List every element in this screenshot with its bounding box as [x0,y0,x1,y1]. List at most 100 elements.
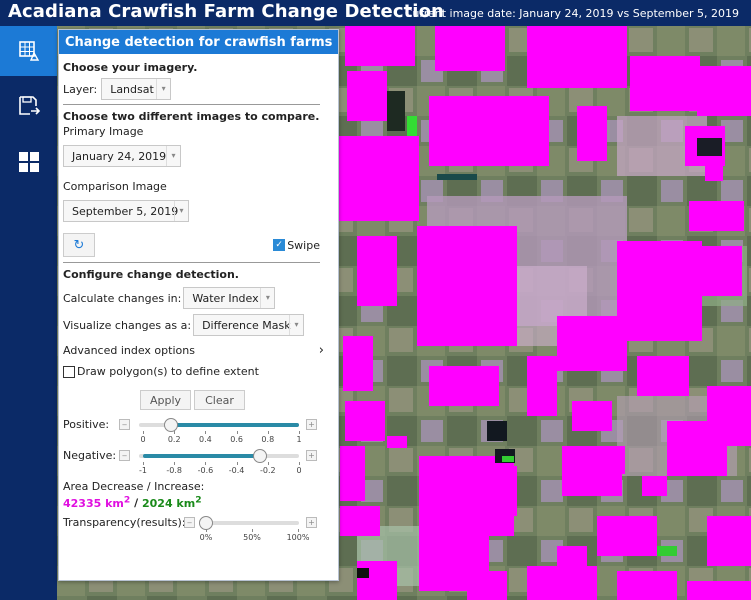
slider-tick-mark [236,462,238,465]
primary-image-select[interactable]: January 24, 2019 ▾ [63,145,181,167]
grid-apps-icon [18,152,39,172]
slider-tick-mark [252,528,253,532]
slider-tick-mark [236,431,238,434]
area-separator: / [134,496,139,510]
viz-select-value: Difference Mask [202,318,291,332]
area-label: Area Decrease / Increase: [63,480,205,493]
slider-tick-mark [174,431,176,434]
increment-button[interactable]: + [306,516,317,528]
slider-tick-label: -1 [139,466,147,475]
slider-tick-label: 1 [296,435,302,444]
advanced-options-toggle[interactable]: Advanced index options › [63,343,328,358]
slider-tick-mark [206,528,207,532]
slider-tick-mark [298,528,299,532]
transparency-slider[interactable] [203,520,299,525]
positive-label: Positive: [63,418,110,431]
swipe-checkbox[interactable]: ✓ [273,239,286,251]
divider [63,262,320,263]
slider-tick-label: 0.4 [199,435,212,444]
slider-tick-mark [299,431,300,434]
slider-tick-label: -0.8 [166,466,182,475]
chevron-down-icon: ▾ [156,79,170,99]
decrement-button[interactable]: ‒ [119,419,130,430]
chevron-down-icon: ▾ [289,315,303,335]
swipe-label: Swipe [287,238,320,252]
slider-tick-label: -0.4 [228,466,245,475]
advanced-label: Advanced index options [63,344,195,357]
current-image-date: Current image date: January 24, 2019 vs … [404,7,739,20]
calc-select-value: Water Index [192,291,259,305]
config-heading: Configure change detection. [63,268,239,281]
slider-tick-label: 0 [296,466,302,475]
draw-polygon-label: Draw polygon(s) to define extent [77,365,259,378]
slider-tick-mark [143,431,144,434]
calc-label: Calculate changes in: [63,291,182,305]
slider-tick-mark [299,462,300,465]
transparency-slider-thumb[interactable] [199,515,213,530]
app-title: Acadiana Crawfish Farm Change Detection [8,1,444,22]
layer-label: Layer: [63,82,98,96]
slider-tick-label: 0% [199,532,213,542]
area-decrease: 42335 km2 [63,494,131,510]
negative-slider-fill [143,454,260,458]
chevron-down-icon: ▾ [174,201,188,221]
slider-tick-label: -0.6 [197,466,214,475]
apps-button[interactable] [0,137,57,187]
positive-slider-fill [171,423,299,427]
refresh-icon: ↻ [73,237,85,253]
transparency-label: Transparency(results): [63,515,186,529]
comparison-image-select[interactable]: September 5, 2019 ▾ [63,200,189,222]
layer-select-value: Landsat [110,82,154,96]
chevron-down-icon: ▾ [260,288,274,308]
slider-tick-mark [174,462,176,465]
viz-label: Visualize changes as a: [63,318,192,332]
divider [63,104,320,105]
draw-polygon-checkbox[interactable] [63,365,75,378]
primary-image-label: Primary Image [63,125,144,138]
slider-tick-label: 100% [286,532,310,542]
slider-tick-label: -0.2 [259,466,276,475]
slider-tick-mark [143,462,144,465]
slider-tick-label: 0.8 [261,435,275,444]
slider-tick-label: 0.2 [167,435,181,444]
save-export-button[interactable] [0,81,57,131]
primary-image-value: January 24, 2019 [72,149,167,163]
calc-select[interactable]: Water Index ▾ [183,287,276,309]
slider-tick-mark [267,462,269,465]
panel-title: Change detection for crawfish farms [59,30,338,54]
change-detection-panel: Change detection for crawfish farms Choo… [58,29,339,581]
negative-label: Negative: [63,449,117,462]
swap-images-button[interactable]: ↻ [63,233,95,257]
slider-tick-mark [205,462,207,465]
comparison-image-value: September 5, 2019 [72,204,179,218]
imagery-heading: Choose your imagery. [63,61,198,74]
transparency-slider-group: Transparency(results): ‒ + 0% 50% 100% [63,513,328,547]
viz-select[interactable]: Difference Mask ▾ [193,314,305,336]
chevron-right-icon: › [318,343,324,358]
chevron-down-icon: ▾ [166,146,180,166]
decrement-button[interactable]: ‒ [184,516,195,528]
slider-tick-mark [205,431,207,434]
increment-button[interactable]: + [306,450,317,461]
app-header: Acadiana Crawfish Farm Change Detection … [0,0,751,26]
increment-button[interactable]: + [306,419,317,430]
slider-tick-mark [267,431,269,434]
change-detection-tool-button[interactable] [0,26,57,76]
change-detection-icon [18,41,39,61]
apply-button[interactable]: Apply [140,390,191,410]
save-export-icon [18,96,40,115]
layer-select[interactable]: Landsat ▾ [101,78,172,100]
slider-tick-label: 50% [243,532,261,542]
slider-tick-label: 0 [140,435,146,444]
decrement-button[interactable]: ‒ [119,450,130,461]
clear-button[interactable]: Clear [194,390,245,410]
area-increase: 2024 km2 [141,494,202,510]
slider-tick-label: 0.6 [230,435,243,444]
compare-heading: Choose two different images to compare. [63,110,320,123]
negative-slider-thumb[interactable] [253,449,267,463]
comparison-image-label: Comparison Image [63,180,167,193]
negative-slider-group: Negative: ‒ + -1 -0.8 -0.6 -0.4 -0.2 0 [63,445,328,479]
area-values: 42335 km2 / 2024 km2 [63,494,328,510]
positive-slider-thumb[interactable] [164,418,179,432]
left-toolbar [0,26,57,600]
